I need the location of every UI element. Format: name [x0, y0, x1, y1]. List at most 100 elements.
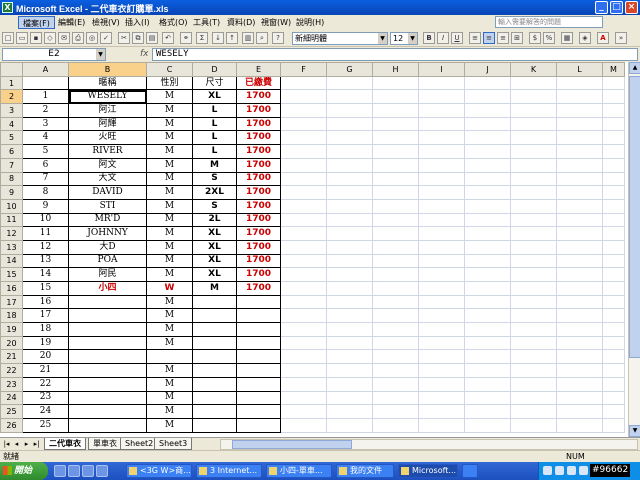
cell-l1[interactable]	[556, 75, 603, 91]
cell-f25[interactable]	[280, 404, 327, 419]
column-header-e[interactable]: E	[236, 62, 281, 77]
cell-j9[interactable]	[464, 185, 511, 200]
cell-m10[interactable]	[602, 198, 625, 214]
row-header[interactable]: 4	[0, 116, 23, 132]
cell-m17[interactable]	[602, 294, 625, 310]
bold-icon[interactable]: B	[423, 32, 435, 44]
cell-i5[interactable]	[418, 130, 465, 146]
excel-icon[interactable]: X	[2, 2, 13, 13]
spelling-icon[interactable]: ✓	[100, 32, 112, 44]
cell-b7[interactable]: 阿文	[68, 157, 147, 173]
cell-h11[interactable]	[372, 212, 419, 228]
column-header-f[interactable]: F	[280, 62, 327, 77]
cell-h6[interactable]	[372, 144, 419, 159]
cell-m14[interactable]	[602, 253, 625, 269]
cell-h2[interactable]	[372, 89, 419, 105]
cell-l15[interactable]	[556, 267, 603, 282]
cell-e5[interactable]: 1700	[236, 130, 281, 146]
cell-c10[interactable]: M	[146, 198, 193, 214]
cell-b9[interactable]: DAVID	[68, 185, 147, 200]
cell-e8[interactable]: 1700	[236, 171, 281, 187]
cell-l16[interactable]	[556, 281, 603, 296]
cell-g15[interactable]	[326, 267, 373, 282]
cell-h3[interactable]	[372, 103, 419, 118]
cell-k3[interactable]	[510, 103, 557, 118]
cell-g14[interactable]	[326, 253, 373, 269]
cell-c22[interactable]: M	[146, 363, 193, 378]
cell-j2[interactable]	[464, 89, 511, 105]
row-header[interactable]: 8	[0, 171, 23, 187]
cell-a14[interactable]: 13	[22, 253, 69, 269]
row-header[interactable]: 24	[0, 390, 23, 406]
autosum-icon[interactable]: Σ	[196, 32, 208, 44]
cell-i7[interactable]	[418, 157, 465, 173]
cell-h1[interactable]	[372, 75, 419, 91]
cell-i12[interactable]	[418, 226, 465, 241]
cell-e14[interactable]: 1700	[236, 253, 281, 269]
scroll-down-icon[interactable]: ▼	[629, 425, 640, 437]
select-all-corner[interactable]	[0, 62, 23, 77]
cell-f26[interactable]	[280, 417, 327, 433]
cell-m25[interactable]	[602, 404, 625, 419]
cell-g19[interactable]	[326, 322, 373, 337]
cell-f17[interactable]	[280, 294, 327, 310]
zoom-icon[interactable]: ⌕	[256, 32, 268, 44]
cell-l23[interactable]	[556, 376, 603, 392]
cell-b25[interactable]	[68, 404, 147, 419]
cell-g7[interactable]	[326, 157, 373, 173]
cell-d25[interactable]	[192, 404, 237, 419]
cell-g20[interactable]	[326, 335, 373, 351]
cell-m3[interactable]	[602, 103, 625, 118]
cell-c15[interactable]: M	[146, 267, 193, 282]
cell-e20[interactable]	[236, 335, 281, 351]
cell-a16[interactable]: 15	[22, 281, 69, 296]
cell-g23[interactable]	[326, 376, 373, 392]
row-header[interactable]: 17	[0, 294, 23, 310]
cell-e13[interactable]: 1700	[236, 239, 281, 255]
cell-e6[interactable]: 1700	[236, 144, 281, 159]
cell-e12[interactable]: 1700	[236, 226, 281, 241]
row-header[interactable]: 10	[0, 198, 23, 214]
sort-descending-icon[interactable]: ↑	[226, 32, 238, 44]
save-icon[interactable]: ▪	[30, 32, 42, 44]
email-icon[interactable]: ✉	[58, 32, 70, 44]
worksheet-grid[interactable]: A B C D E F G H I J K L M 1 暱稱 性別 尺寸 已繳費 2 1 WESELY M XL 1700 3 2…	[0, 62, 640, 437]
column-header-k[interactable]: K	[510, 62, 557, 77]
cell-c24[interactable]: M	[146, 390, 193, 406]
cell-m6[interactable]	[602, 144, 625, 159]
cell-a4[interactable]: 3	[22, 116, 69, 132]
cell-d16[interactable]: M	[192, 281, 237, 296]
cell-m21[interactable]	[602, 349, 625, 365]
cell-i8[interactable]	[418, 171, 465, 187]
font-size-select[interactable]: 12 ▼	[390, 32, 418, 45]
cell-a2[interactable]: 1	[22, 89, 69, 105]
new-icon[interactable]: □	[2, 32, 14, 44]
cell-h14[interactable]	[372, 253, 419, 269]
last-sheet-icon[interactable]: ▸|	[32, 439, 41, 449]
cell-g8[interactable]	[326, 171, 373, 187]
cell-h18[interactable]	[372, 308, 419, 324]
cell-f19[interactable]	[280, 322, 327, 337]
cell-k12[interactable]	[510, 226, 557, 241]
menu-help[interactable]: 說明(H)	[292, 16, 328, 29]
cell-g21[interactable]	[326, 349, 373, 365]
scroll-thumb[interactable]	[629, 76, 640, 358]
cell-b2[interactable]: WESELY	[68, 89, 147, 105]
cell-i6[interactable]	[418, 144, 465, 159]
cell-k2[interactable]	[510, 89, 557, 105]
cell-j8[interactable]	[464, 171, 511, 187]
font-name-select[interactable]: 新細明體 ▼	[292, 32, 388, 45]
cell-h7[interactable]	[372, 157, 419, 173]
cell-m2[interactable]	[602, 89, 625, 105]
row-header[interactable]: 3	[0, 103, 23, 118]
cell-g22[interactable]	[326, 363, 373, 378]
cell-m15[interactable]	[602, 267, 625, 282]
cell-i13[interactable]	[418, 239, 465, 255]
cell-d11[interactable]: 2L	[192, 212, 237, 228]
scroll-up-icon[interactable]: ▲	[629, 62, 640, 74]
cell-f22[interactable]	[280, 363, 327, 378]
cell-j1[interactable]	[464, 75, 511, 91]
quicklaunch-ie-icon[interactable]	[54, 465, 66, 477]
cell-e21[interactable]	[236, 349, 281, 365]
cell-f15[interactable]	[280, 267, 327, 282]
